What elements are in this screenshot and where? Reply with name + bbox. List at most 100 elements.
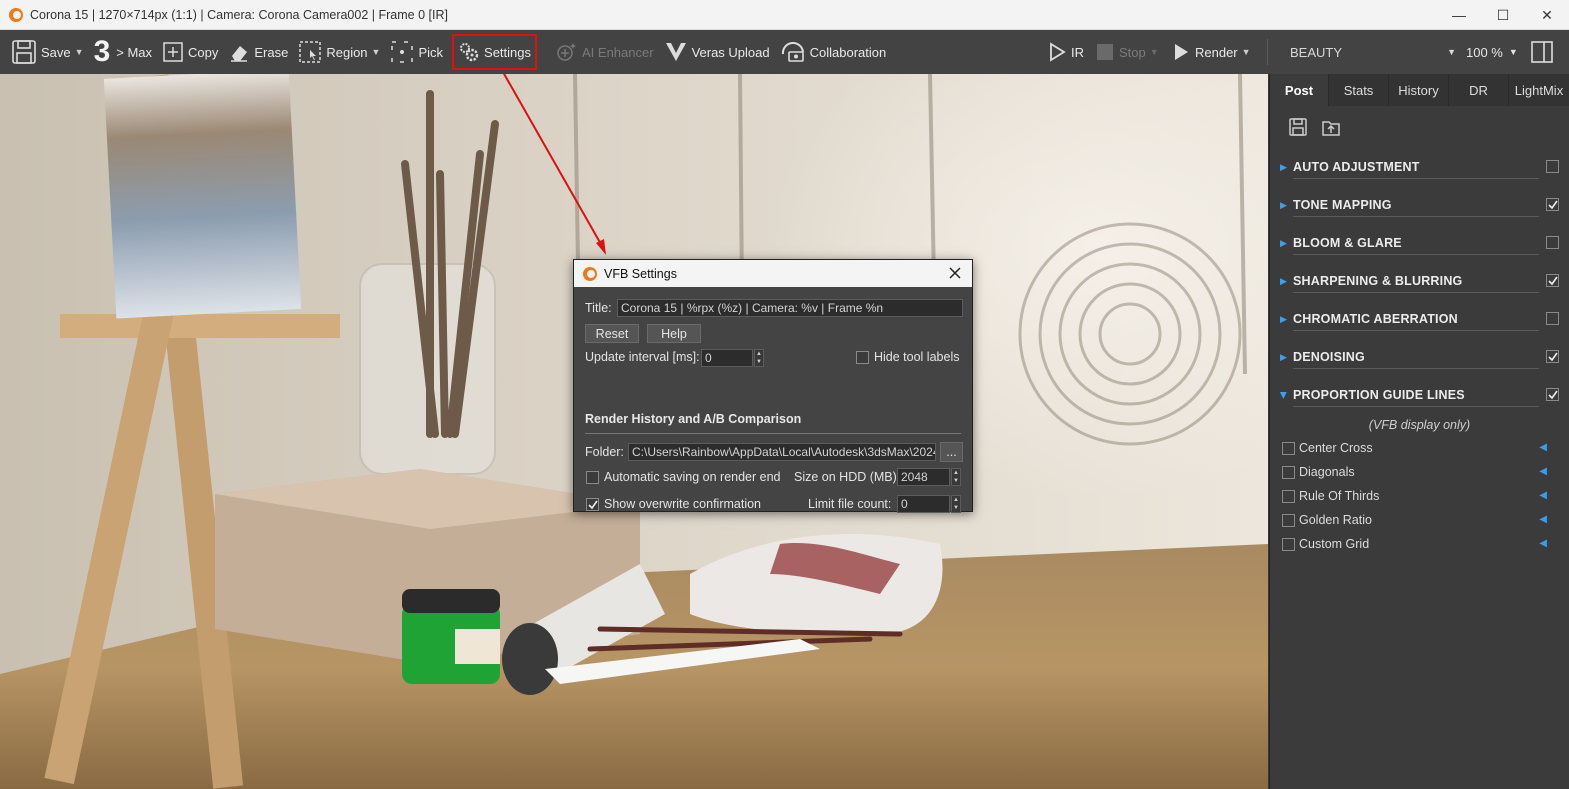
erase-button[interactable]: Erase: [223, 30, 293, 74]
tab-lightmix[interactable]: LightMix: [1509, 74, 1569, 106]
expand-arrow-icon: ▶: [1280, 352, 1287, 362]
collaboration-button[interactable]: Collaboration: [775, 30, 892, 74]
color-picker-arrow-icon[interactable]: ◀: [1539, 442, 1547, 453]
limit-file-count-input[interactable]: 0: [897, 495, 950, 513]
minimize-button[interactable]: —: [1437, 0, 1481, 30]
section-bloom-glare[interactable]: ▶ BLOOM & GLARE: [1280, 224, 1559, 262]
diagonals-checkbox[interactable]: [1282, 465, 1295, 479]
guide-rule-of-thirds[interactable]: Rule Of Thirds ◀: [1282, 484, 1557, 508]
max-logo-icon: 3: [93, 35, 111, 68]
section-denoising[interactable]: ▶ DENOISING: [1280, 338, 1559, 376]
auto-adjustment-checkbox[interactable]: [1546, 160, 1559, 173]
max-button[interactable]: 3 > Max: [89, 30, 157, 74]
veras-icon: [665, 43, 686, 61]
ir-button[interactable]: IR: [1042, 30, 1089, 74]
chevron-down-icon: ▼: [1241, 47, 1251, 57]
toggle-panel-icon[interactable]: [1530, 40, 1554, 64]
checkmark-icon: [1547, 276, 1558, 285]
settings-button[interactable]: Settings: [448, 30, 541, 74]
overwrite-confirmation-checkbox[interactable]: [586, 498, 599, 511]
panel-tabs: Post Stats History DR LightMix: [1270, 74, 1569, 106]
panel-icon-row: [1270, 106, 1569, 148]
region-button[interactable]: Region ▼: [293, 30, 385, 74]
toolbar-divider: [1267, 39, 1268, 65]
custom-grid-checkbox[interactable]: [1282, 537, 1295, 551]
stop-icon: [1097, 44, 1113, 60]
limit-spinner[interactable]: ▲ ▼: [951, 495, 961, 513]
update-interval-spinner[interactable]: ▲ ▼: [754, 349, 764, 367]
tab-stats[interactable]: Stats: [1329, 74, 1389, 106]
dialog-close-button[interactable]: [946, 264, 964, 282]
denoising-checkbox[interactable]: [1546, 350, 1559, 363]
history-section-heading: Render History and A/B Comparison: [585, 412, 802, 426]
veras-upload-button[interactable]: Veras Upload: [659, 30, 775, 74]
pick-button[interactable]: Pick: [385, 30, 448, 74]
tab-post[interactable]: Post: [1270, 74, 1329, 106]
color-picker-arrow-icon[interactable]: ◀: [1539, 514, 1547, 525]
save-button[interactable]: Save ▼: [6, 30, 89, 74]
dialog-titlebar: VFB Settings: [574, 260, 972, 287]
auto-save-checkbox[interactable]: [586, 471, 599, 484]
size-on-hdd-input[interactable]: 2048: [897, 468, 950, 486]
bloom-glare-checkbox[interactable]: [1546, 236, 1559, 249]
section-proportion-guide-lines[interactable]: ▶ PROPORTION GUIDE LINES: [1278, 376, 1559, 414]
folder-path-input[interactable]: C:\Users\Rainbow\AppData\Local\Autodesk\…: [628, 443, 936, 461]
zoom-select[interactable]: 100 % ▼: [1466, 40, 1526, 64]
guide-golden-ratio[interactable]: Golden Ratio ◀: [1282, 508, 1557, 532]
guide-center-cross[interactable]: Center Cross ◀: [1282, 436, 1557, 460]
maximize-button[interactable]: ☐: [1481, 0, 1525, 30]
save-preset-icon[interactable]: [1288, 117, 1308, 137]
render-pass-select[interactable]: BEAUTY ▼: [1284, 40, 1462, 64]
tab-dr[interactable]: DR: [1449, 74, 1509, 106]
proportion-guide-lines-checkbox[interactable]: [1546, 388, 1559, 401]
save-label: Save: [41, 44, 71, 60]
render-button[interactable]: Render ▼: [1166, 30, 1256, 74]
stop-button[interactable]: Stop ▼: [1090, 30, 1164, 74]
help-button[interactable]: Help: [647, 324, 701, 343]
section-divider: [1293, 292, 1539, 293]
play-outline-icon: [1050, 42, 1066, 62]
color-picker-arrow-icon[interactable]: ◀: [1539, 490, 1547, 501]
close-window-button[interactable]: ✕: [1525, 0, 1569, 30]
vfb-display-note: (VFB display only): [1368, 418, 1471, 432]
section-chromatic-aberration[interactable]: ▶ CHROMATIC ABERRATION: [1280, 300, 1559, 338]
center-cross-checkbox[interactable]: [1282, 441, 1295, 455]
rule-of-thirds-checkbox[interactable]: [1282, 489, 1295, 503]
expand-arrow-icon: ▶: [1280, 200, 1287, 210]
section-divider: [1293, 406, 1539, 407]
max-label: > Max: [116, 44, 153, 60]
tone-mapping-checkbox[interactable]: [1546, 198, 1559, 211]
color-picker-arrow-icon[interactable]: ◀: [1539, 466, 1547, 477]
chromatic-aberration-checkbox[interactable]: [1546, 312, 1559, 325]
section-tone-mapping[interactable]: ▶ TONE MAPPING: [1280, 186, 1559, 224]
guide-diagonals[interactable]: Diagonals ◀: [1282, 460, 1557, 484]
spin-down-icon: ▼: [953, 478, 959, 484]
update-interval-input[interactable]: 0: [701, 349, 753, 367]
sharpening-blurring-checkbox[interactable]: [1546, 274, 1559, 287]
golden-ratio-checkbox[interactable]: [1282, 513, 1295, 527]
reset-button[interactable]: Reset: [585, 324, 639, 343]
color-picker-arrow-icon[interactable]: ◀: [1539, 538, 1547, 549]
section-sharpening-blurring[interactable]: ▶ SHARPENING & BLURRING: [1280, 262, 1559, 300]
checkmark-icon: [1547, 390, 1558, 399]
overwrite-confirmation-label: Show overwrite confirmation: [604, 497, 762, 511]
title-format-input[interactable]: Corona 15 | %rpx (%z) | Camera: %v | Fra…: [617, 299, 963, 317]
chevron-down-icon: ▼: [1508, 47, 1518, 57]
region-label: Region: [326, 44, 368, 60]
size-spinner[interactable]: ▲ ▼: [951, 468, 961, 486]
pick-icon: [391, 41, 414, 63]
collapse-arrow-icon: ▶: [1278, 392, 1289, 399]
update-interval-label: Update interval [ms]:: [585, 350, 700, 364]
pick-label: Pick: [418, 44, 444, 60]
copy-button[interactable]: Copy: [157, 30, 223, 74]
render-pass-value: BEAUTY: [1290, 44, 1343, 60]
guide-custom-grid[interactable]: Custom Grid ◀: [1282, 532, 1557, 556]
load-preset-icon[interactable]: [1320, 116, 1342, 138]
tab-history[interactable]: History: [1389, 74, 1449, 106]
ai-enhancer-label: AI Enhancer: [582, 44, 654, 60]
ai-enhancer-button[interactable]: AI Enhancer: [549, 30, 659, 74]
vfb-settings-dialog: VFB Settings Title: Corona 15 | %rpx (%z…: [573, 259, 973, 513]
hide-tool-labels-checkbox[interactable]: [856, 351, 869, 364]
section-auto-adjustment[interactable]: ▶ AUTO ADJUSTMENT: [1280, 148, 1559, 186]
browse-folder-button[interactable]: ...: [940, 442, 963, 462]
